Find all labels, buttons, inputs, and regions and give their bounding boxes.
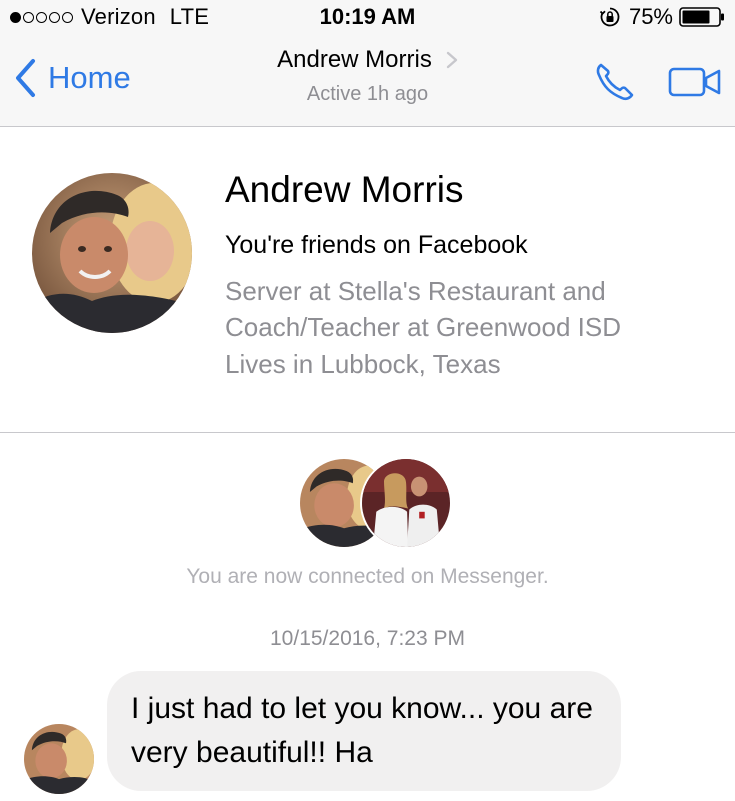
profile-photo-image <box>32 173 192 333</box>
nav-bar: Home Andrew Morris Active 1h ago <box>0 36 735 127</box>
chevron-right-icon <box>446 51 458 69</box>
status-right: 75% <box>599 4 725 30</box>
connected-avatars <box>298 457 454 549</box>
contact-name: Andrew Morris <box>277 46 432 73</box>
profile-name: Andrew Morris <box>225 169 464 210</box>
phone-icon[interactable] <box>592 60 636 104</box>
message-bubble[interactable]: I just had to let you know... you are ve… <box>107 671 621 791</box>
friends-status: You're friends on Facebook <box>225 231 528 259</box>
sender-avatar[interactable] <box>24 724 94 794</box>
profile-header: Andrew Morris You're friends on Facebook… <box>0 127 735 432</box>
user-avatar <box>360 457 452 549</box>
conversation-title[interactable]: Andrew Morris <box>277 46 458 74</box>
connected-notice: You are now connected on Messenger. <box>186 565 549 588</box>
battery-percent: 75% <box>628 4 673 29</box>
location-info: Lives in Lubbock, Texas <box>225 349 501 379</box>
message-timestamp: 10/15/2016, 7:23 PM <box>270 627 465 650</box>
video-camera-icon[interactable] <box>668 64 722 100</box>
messenger-screen: Verizon LTE 10:19 AM 75% Home Andrew Mor… <box>0 0 735 801</box>
work-info: Server at Stella's Restaurant and Coach/… <box>225 276 621 342</box>
message-text: I just had to let you know... you are ve… <box>131 692 593 769</box>
status-bar: Verizon LTE 10:19 AM 75% <box>0 0 735 36</box>
battery-icon <box>679 7 724 27</box>
orientation-lock-icon <box>599 7 620 27</box>
profile-photo[interactable] <box>32 173 192 333</box>
section-divider <box>0 432 735 433</box>
